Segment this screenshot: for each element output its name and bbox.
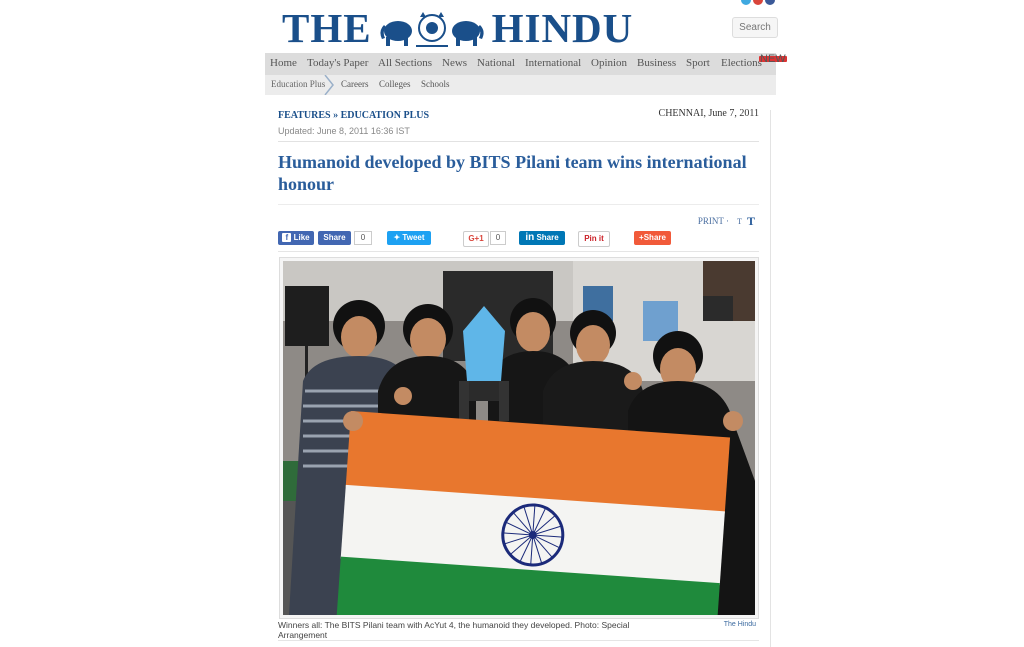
elections-new-badge: NEW — [759, 53, 787, 65]
article-headline: Humanoid developed by BITS Pilani team w… — [278, 152, 747, 194]
divider — [278, 640, 759, 641]
page: THE HINDU Search Home Today's Paper All … — [265, 0, 787, 647]
nav-elections[interactable]: Elections — [721, 57, 762, 69]
nav-todays-paper[interactable]: Today's Paper — [307, 57, 368, 69]
google-plus-button[interactable]: G+1 — [463, 231, 489, 247]
google-plus-count: 0 — [490, 231, 506, 245]
nav-business[interactable]: Business — [637, 57, 676, 69]
linkedin-share-label: Share — [536, 233, 559, 242]
linkedin-share-button[interactable]: in Share — [519, 231, 565, 245]
print-label: PRINT — [697, 216, 724, 226]
photo-credit: The Hindu — [723, 621, 756, 628]
subnav-education-plus[interactable]: Education Plus — [271, 79, 325, 89]
article-photo[interactable] — [283, 261, 755, 615]
nav-opinion[interactable]: Opinion — [591, 57, 627, 69]
logo-the: THE — [282, 5, 372, 51]
facebook-icon: f — [282, 233, 292, 243]
column-divider — [770, 110, 771, 647]
nav-sport[interactable]: Sport — [686, 57, 710, 69]
breadcrumb-separator: » — [333, 110, 339, 121]
tweet-label: Tweet — [402, 233, 425, 242]
facebook-icon[interactable] — [765, 0, 775, 5]
logo-hindu: HINDU — [491, 5, 634, 51]
tweet-button[interactable]: ✦ Tweet — [387, 231, 431, 245]
font-smaller-button[interactable]: T — [737, 217, 742, 226]
share-plus-button[interactable]: +Share — [634, 231, 671, 245]
nav-news[interactable]: News — [442, 57, 467, 69]
social-top-icons — [741, 0, 775, 5]
divider — [278, 204, 759, 205]
nav-national[interactable]: National — [477, 57, 515, 69]
facebook-share-button[interactable]: Share — [318, 231, 351, 245]
linkedin-icon: in — [525, 232, 535, 243]
gplus-icon[interactable] — [753, 0, 763, 5]
subnav-schools[interactable]: Schools — [421, 79, 450, 89]
pinterest-button[interactable]: Pin it — [578, 231, 610, 247]
share-plus-label: Share — [643, 233, 666, 242]
emblem-icon — [379, 11, 484, 47]
nav-home[interactable]: Home — [270, 57, 297, 69]
site-logo[interactable]: THE HINDU — [282, 6, 633, 51]
facebook-like-button[interactable]: f Like — [278, 231, 314, 245]
nav-all-sections[interactable]: All Sections — [378, 57, 432, 69]
search-button[interactable]: Search — [732, 17, 778, 38]
masthead: THE HINDU Search — [265, 0, 778, 52]
print-link[interactable]: PRINT · — [698, 216, 729, 226]
main-nav: Home Today's Paper All Sections News Nat… — [265, 53, 787, 76]
subnav-careers[interactable]: Careers — [341, 79, 368, 89]
nav-international[interactable]: International — [525, 57, 581, 69]
breadcrumb: FEATURES » EDUCATION PLUS — [278, 110, 429, 121]
sub-nav: Education Plus Careers Colleges Schools — [265, 75, 776, 95]
photo-caption: Winners all: The BITS Pilani team with A… — [278, 620, 630, 640]
divider — [278, 251, 759, 252]
twitter-icon[interactable] — [741, 0, 751, 5]
share-bar: f Like Share 0 ✦ Tweet G+1 0 in Share Pi… — [278, 230, 759, 248]
twitter-bird-icon: ✦ — [393, 233, 401, 242]
breadcrumb-education-plus[interactable]: EDUCATION PLUS — [341, 110, 429, 121]
article-photo-frame — [279, 257, 759, 619]
breadcrumb-features[interactable]: FEATURES — [278, 110, 331, 121]
subnav-colleges[interactable]: Colleges — [379, 79, 411, 89]
updated-timestamp: Updated: June 8, 2011 16:36 IST — [278, 126, 410, 136]
font-dash: · — [726, 216, 729, 226]
font-larger-button[interactable]: T — [747, 214, 755, 229]
facebook-share-count: 0 — [354, 231, 372, 245]
divider — [278, 141, 759, 142]
dateline: CHENNAI, June 7, 2011 — [658, 108, 759, 119]
chevron-right-icon — [324, 75, 334, 95]
facebook-like-label: Like — [293, 233, 310, 242]
